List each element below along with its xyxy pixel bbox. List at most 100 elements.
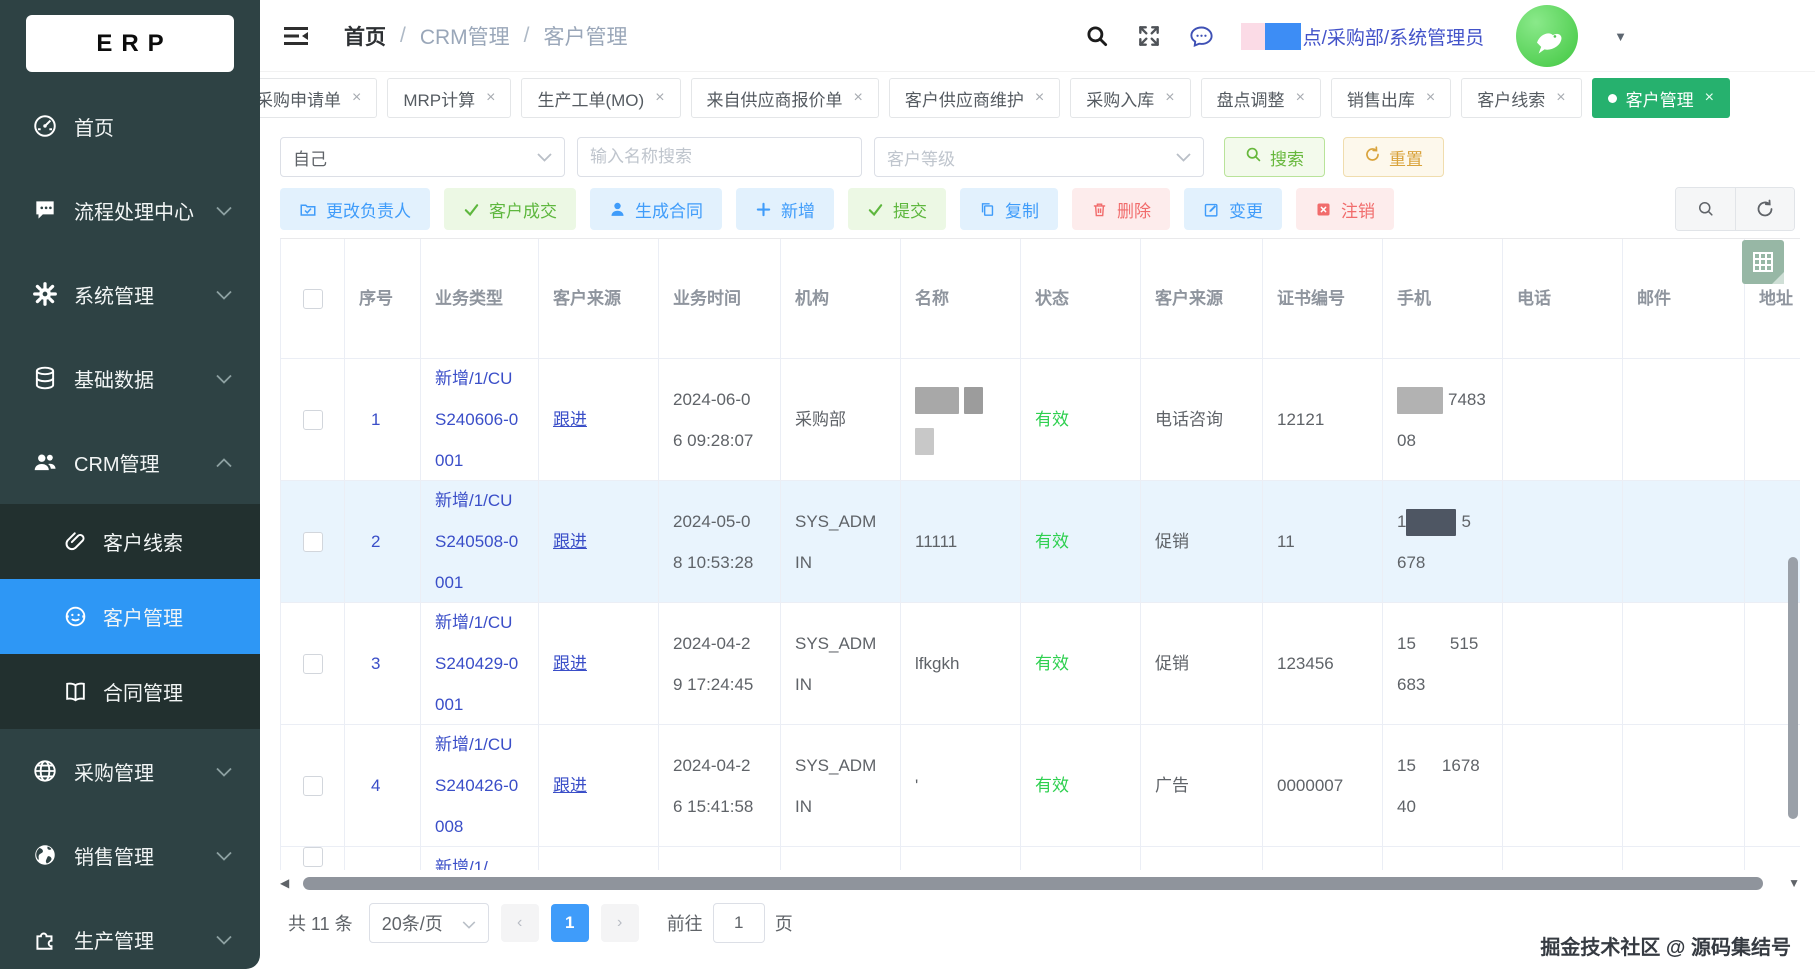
- cell-biz-type[interactable]: 新增/1/...: [421, 847, 539, 870]
- customer-level-select[interactable]: 客户等级: [874, 137, 1204, 177]
- row-checkbox[interactable]: [303, 847, 323, 867]
- cell-follow[interactable]: 跟进: [539, 603, 659, 725]
- follow-link[interactable]: 跟进: [553, 399, 658, 440]
- tab-来自供应商报价单[interactable]: 来自供应商报价单×: [691, 78, 879, 118]
- tab-销售出库[interactable]: 销售出库×: [1331, 78, 1451, 118]
- cell-follow[interactable]: 跟进: [539, 725, 659, 847]
- sidebar-item-销售管理[interactable]: 销售管理: [0, 813, 260, 897]
- close-icon[interactable]: ×: [1165, 89, 1174, 107]
- table-row[interactable]: 新增/1/...: [281, 847, 1800, 870]
- sidebar-item-CRM管理[interactable]: CRM管理: [0, 420, 260, 504]
- close-icon[interactable]: ×: [1705, 89, 1714, 107]
- close-icon[interactable]: ×: [655, 89, 664, 107]
- sidebar-item-流程处理中心[interactable]: 流程处理中心: [0, 168, 260, 252]
- breadcrumb-home[interactable]: 首页: [344, 21, 386, 51]
- biz-type-link[interactable]: S240426-0: [435, 765, 538, 806]
- sidebar-item-基础数据[interactable]: 基础数据: [0, 336, 260, 420]
- cell-biz-type[interactable]: 新增/1/CUS240508-0001: [421, 481, 539, 603]
- close-icon[interactable]: ×: [1296, 89, 1305, 107]
- close-icon[interactable]: ×: [1035, 89, 1044, 107]
- cell-follow[interactable]: 跟进: [539, 481, 659, 603]
- sidebar-subitem-客户管理[interactable]: 客户管理: [0, 579, 260, 654]
- close-icon[interactable]: ×: [352, 89, 361, 107]
- user-info[interactable]: 点/采购部/系统管理员: [1241, 23, 1485, 50]
- breadcrumb-customer[interactable]: 客户管理: [544, 21, 628, 51]
- biz-type-link[interactable]: S240606-0: [435, 399, 538, 440]
- search-button[interactable]: 搜索: [1224, 137, 1325, 177]
- 客户成交-button[interactable]: 客户成交: [444, 188, 576, 230]
- column-settings-icon[interactable]: [1742, 240, 1784, 284]
- search-icon[interactable]: [1084, 23, 1110, 49]
- 更改负责人-button[interactable]: 更改负责人: [280, 188, 430, 230]
- fullscreen-icon[interactable]: [1136, 23, 1162, 49]
- tab-客户线索[interactable]: 客户线索×: [1461, 78, 1581, 118]
- 注销-button[interactable]: 注销: [1296, 188, 1394, 230]
- row-checkbox[interactable]: [303, 532, 323, 552]
- message-icon[interactable]: [1188, 23, 1215, 50]
- select-all-checkbox[interactable]: [303, 289, 323, 309]
- close-icon[interactable]: ×: [486, 89, 495, 107]
- row-checkbox[interactable]: [303, 654, 323, 674]
- sidebar-item-采购管理[interactable]: 采购管理: [0, 729, 260, 813]
- biz-type-link[interactable]: 新增/1/CU: [435, 359, 538, 399]
- scroll-down-icon[interactable]: ▼: [1788, 876, 1800, 890]
- sidebar-item-首页[interactable]: 首页: [0, 84, 260, 168]
- next-page-button[interactable]: ›: [601, 904, 639, 942]
- table-row[interactable]: 2新增/1/CUS240508-0001跟进2024-05-08 10:53:2…: [281, 481, 1800, 603]
- sidebar-subitem-客户线索[interactable]: 客户线索: [0, 504, 260, 579]
- reset-button[interactable]: 重置: [1343, 137, 1444, 177]
- sidebar-subitem-合同管理[interactable]: 合同管理: [0, 654, 260, 729]
- page-size-select[interactable]: 20条/页: [369, 903, 489, 943]
- table-row[interactable]: 1新增/1/CUS240606-0001跟进2024-06-06 09:28:0…: [281, 359, 1800, 481]
- name-search-input[interactable]: [590, 147, 849, 167]
- biz-type-link[interactable]: 008: [435, 806, 538, 847]
- biz-type-link[interactable]: 001: [435, 440, 538, 481]
- tab-生产工单(MO)[interactable]: 生产工单(MO)×: [521, 78, 680, 118]
- 新增-button[interactable]: 新增: [736, 188, 834, 230]
- prev-page-button[interactable]: ‹: [501, 904, 539, 942]
- biz-type-link[interactable]: 新增/1/CU: [435, 603, 538, 643]
- cell-follow[interactable]: 跟进: [539, 359, 659, 481]
- 生成合同-button[interactable]: 生成合同: [590, 188, 722, 230]
- close-icon[interactable]: ×: [1426, 89, 1435, 107]
- 删除-button[interactable]: 删除: [1072, 188, 1170, 230]
- sidebar-item-系统管理[interactable]: 系统管理: [0, 252, 260, 336]
- horizontal-scroll-thumb[interactable]: [303, 877, 1763, 890]
- tab-客户供应商维护[interactable]: 客户供应商维护×: [889, 78, 1060, 118]
- tab-MRP计算[interactable]: MRP计算×: [387, 78, 511, 118]
- row-checkbox[interactable]: [303, 410, 323, 430]
- row-checkbox[interactable]: [303, 776, 323, 796]
- biz-type-link[interactable]: 新增/1/CU: [435, 481, 538, 521]
- 复制-button[interactable]: 复制: [960, 188, 1058, 230]
- table-search-icon[interactable]: [1676, 188, 1735, 230]
- biz-type-link[interactable]: S240508-0: [435, 521, 538, 562]
- biz-type-link[interactable]: 001: [435, 684, 538, 725]
- table-refresh-icon[interactable]: [1735, 188, 1794, 230]
- follow-link[interactable]: 跟进: [553, 765, 658, 806]
- tab-客户管理[interactable]: 客户管理×: [1592, 78, 1730, 118]
- tab-采购申请单[interactable]: 采购申请单×: [260, 78, 377, 118]
- user-menu-caret-icon[interactable]: ▼: [1614, 29, 1627, 44]
- vertical-scrollbar[interactable]: [1788, 557, 1798, 819]
- cell-biz-type[interactable]: 新增/1/CUS240426-0008: [421, 725, 539, 847]
- biz-type-link[interactable]: S240429-0: [435, 643, 538, 684]
- avatar[interactable]: [1516, 5, 1578, 67]
- 提交-button[interactable]: 提交: [848, 188, 946, 230]
- biz-type-link[interactable]: 新增/1/...: [435, 847, 538, 870]
- 变更-button[interactable]: 变更: [1184, 188, 1282, 230]
- goto-page-input[interactable]: [713, 903, 765, 943]
- cell-follow[interactable]: [539, 847, 659, 870]
- cell-biz-type[interactable]: 新增/1/CUS240606-0001: [421, 359, 539, 481]
- current-page-button[interactable]: 1: [551, 904, 589, 942]
- table-row[interactable]: 3新增/1/CUS240429-0001跟进2024-04-29 17:24:4…: [281, 603, 1800, 725]
- collapse-sidebar-icon[interactable]: [282, 24, 312, 48]
- follow-link[interactable]: 跟进: [553, 643, 658, 684]
- table-row[interactable]: 4新增/1/CUS240426-0008跟进2024-04-26 15:41:5…: [281, 725, 1800, 847]
- close-icon[interactable]: ×: [854, 89, 863, 107]
- tab-采购入库[interactable]: 采购入库×: [1070, 78, 1190, 118]
- close-icon[interactable]: ×: [1556, 89, 1565, 107]
- tab-盘点调整[interactable]: 盘点调整×: [1201, 78, 1321, 118]
- breadcrumb-crm[interactable]: CRM管理: [420, 21, 510, 51]
- biz-type-link[interactable]: 新增/1/CU: [435, 725, 538, 765]
- follow-link[interactable]: 跟进: [553, 521, 658, 562]
